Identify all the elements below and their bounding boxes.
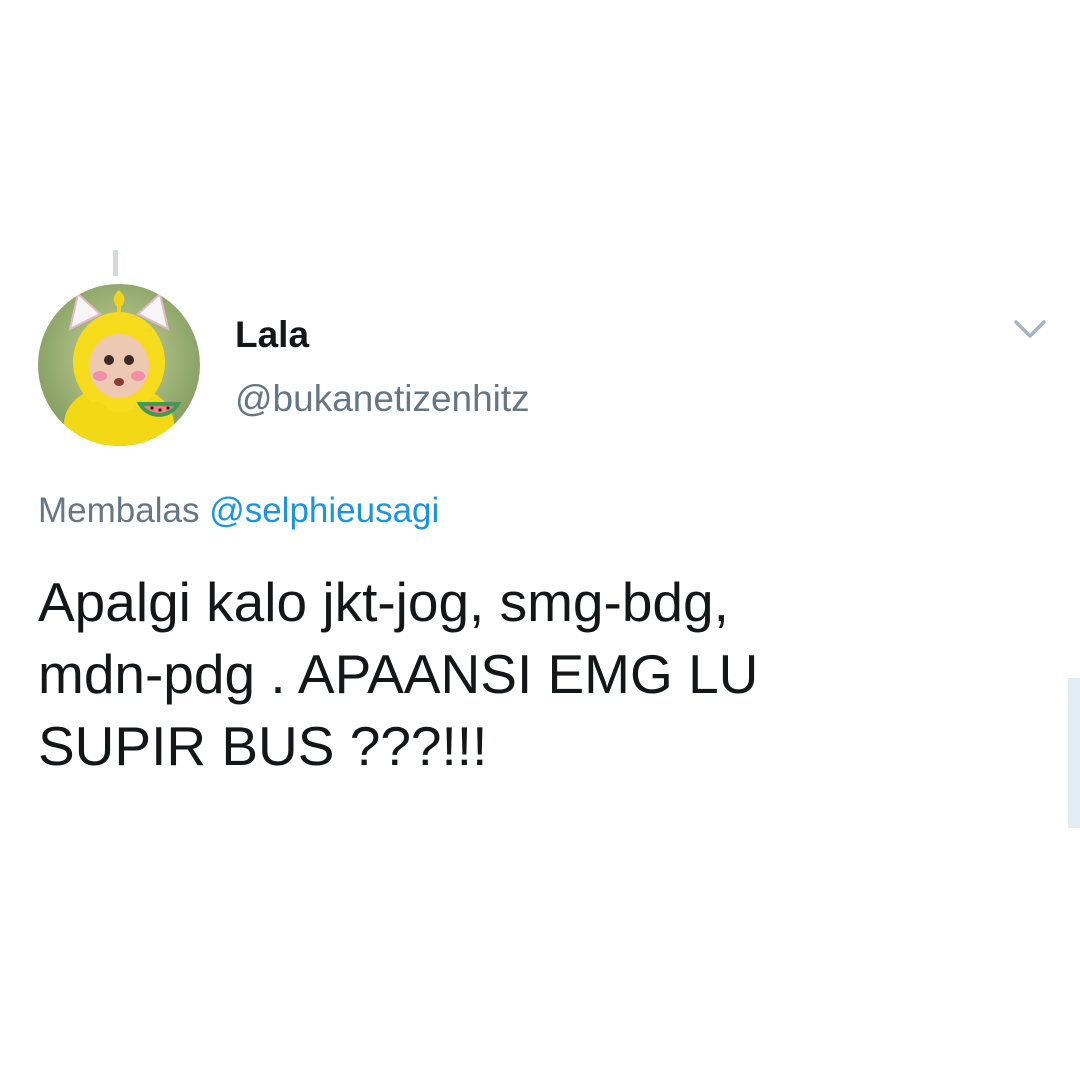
tweet-body: Apalgi kalo jkt-jog, smg-bdg, mdn-pdg . … — [38, 566, 938, 782]
scroll-indicator[interactable] — [1068, 678, 1080, 828]
user-handle[interactable]: @bukanetizenhitz — [235, 380, 530, 417]
tweet-text-line: mdn-pdg . APAANSI EMG LU — [38, 643, 759, 705]
display-name[interactable]: Lala — [235, 316, 309, 353]
reply-context: Membalas @selphieusagi — [38, 493, 439, 528]
tweet-text-line: Apalgi kalo jkt-jog, smg-bdg, — [38, 571, 729, 633]
chevron-down-icon — [1014, 320, 1046, 338]
tweet-screen: Lala @bukanetizenhitz Membalas @selphieu… — [0, 0, 1080, 1080]
thread-connector-line — [113, 250, 118, 276]
reply-prefix: Membalas — [38, 491, 200, 530]
tweet-text-line: SUPIR BUS ???!!! — [38, 715, 488, 777]
tweet-menu-button[interactable] — [1010, 314, 1050, 344]
teletubby-avatar-icon — [38, 284, 200, 446]
avatar[interactable] — [38, 284, 200, 446]
reply-mention-link[interactable]: @selphieusagi — [209, 491, 439, 530]
